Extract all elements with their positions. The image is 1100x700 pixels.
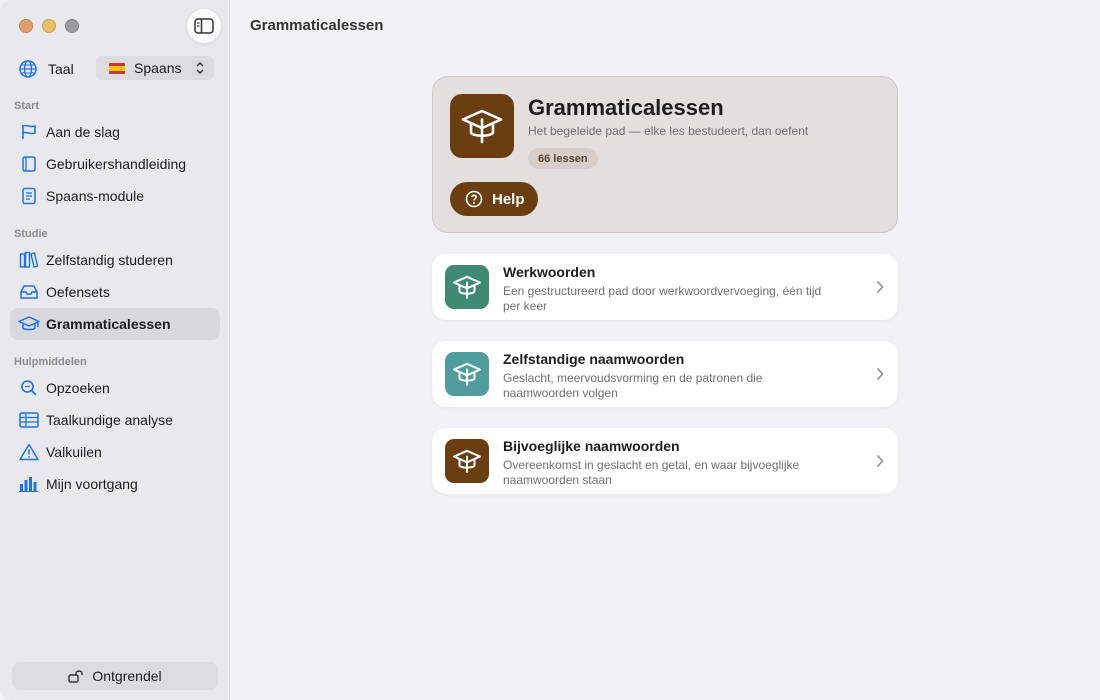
chevron-updown-icon	[196, 61, 204, 75]
minimize-window-button[interactable]	[42, 19, 56, 33]
card-title: Werkwoorden	[503, 264, 596, 280]
section-title-hulpmiddelen: Hulpmiddelen	[14, 356, 87, 368]
card-title: Zelfstandige naamwoorden	[503, 351, 685, 367]
tray-icon	[18, 281, 40, 303]
lesson-card-zelfstandige-naamwoorden[interactable]: Zelfstandige naamwoorden Geslacht, meerv…	[432, 341, 898, 407]
chevron-right-icon	[876, 454, 884, 468]
graduation-cap-icon	[18, 313, 40, 335]
sidebar-item-label: Zelfstandig studeren	[46, 252, 173, 268]
sidebar-item-label: Taalkundige analyse	[46, 412, 173, 428]
sidebar-item-taalkundige-analyse[interactable]: Taalkundige analyse	[10, 404, 220, 436]
unlock-button[interactable]: Ontgrendel	[12, 662, 218, 690]
language-value: Spaans	[134, 60, 182, 76]
card-description: Geslacht, meervoudsvorming en de patrone…	[503, 371, 763, 400]
sidebar-item-aan-de-slag[interactable]: Aan de slag	[10, 116, 220, 148]
chevron-right-icon	[876, 367, 884, 381]
sidebar-item-spaans-module[interactable]: Spaans-module	[10, 180, 220, 212]
help-button[interactable]: Help	[450, 182, 538, 216]
sidebar-item-label: Gebruikershandleiding	[46, 156, 187, 172]
sidebar-item-label: Aan de slag	[46, 124, 120, 140]
question-circle-icon	[465, 190, 483, 208]
hero-card: Grammaticalessen Het begeleide pad — elk…	[432, 76, 898, 233]
sidebar-item-label: Valkuilen	[46, 444, 102, 460]
unlock-label: Ontgrendel	[92, 668, 162, 684]
table-icon	[18, 409, 40, 431]
chevron-right-icon	[876, 280, 884, 294]
help-label: Help	[492, 190, 525, 208]
graduation-cap-icon	[445, 265, 489, 309]
sidebar-item-zelfstandig-studeren[interactable]: Zelfstandig studeren	[10, 244, 220, 276]
sidebar-toggle-button[interactable]	[186, 8, 222, 44]
window-controls	[19, 19, 79, 33]
sidebar-item-label: Spaans-module	[46, 188, 145, 204]
card-description: Overeenkomst in geslacht en getal, en wa…	[503, 458, 800, 487]
flag-icon	[18, 121, 40, 143]
unlock-icon	[68, 669, 84, 683]
sidebar-item-label: Opzoeken	[46, 380, 110, 396]
section-title-studie: Studie	[14, 228, 48, 240]
lesson-count-badge: 66 lessen	[528, 148, 598, 169]
card-title: Bijvoeglijke naamwoorden	[503, 438, 680, 454]
hero-subtitle: Het begeleide pad — elke les bestudeert,…	[528, 124, 809, 138]
sidebar-item-label: Grammaticalessen	[46, 316, 171, 332]
graduation-cap-icon	[450, 94, 514, 158]
hero-title: Grammaticalessen	[528, 95, 724, 120]
sidebar-item-gebruikershandleiding[interactable]: Gebruikershandleiding	[10, 148, 220, 180]
document-icon	[18, 185, 40, 207]
sidebar-icon	[194, 18, 214, 34]
book-icon	[18, 153, 40, 175]
warning-icon	[18, 441, 40, 463]
sidebar-item-label: Oefensets	[46, 284, 110, 300]
language-select[interactable]: Spaans	[96, 56, 214, 80]
sidebar-item-mijn-voortgang[interactable]: Mijn voortgang	[10, 468, 220, 500]
page-title: Grammaticalessen	[250, 17, 384, 34]
sidebar-item-valkuilen[interactable]: Valkuilen	[10, 436, 220, 468]
magnifier-icon	[18, 377, 40, 399]
language-label: Taal	[48, 61, 74, 77]
globe-icon	[19, 60, 37, 78]
app-window: Taal Spaans Start Aan de slag Gebruikers…	[0, 0, 1100, 700]
sidebar-item-opzoeken[interactable]: Opzoeken	[10, 372, 220, 404]
chart-icon	[18, 473, 40, 495]
graduation-cap-icon	[445, 352, 489, 396]
close-window-button[interactable]	[19, 19, 33, 33]
books-icon	[18, 249, 40, 271]
section-title-start: Start	[14, 100, 40, 112]
language-row: Taal Spaans	[18, 56, 214, 82]
sidebar-item-grammaticalessen[interactable]: Grammaticalessen	[10, 308, 220, 340]
sidebar-item-label: Mijn voortgang	[46, 476, 138, 492]
graduation-cap-icon	[445, 439, 489, 483]
sidebar-item-oefensets[interactable]: Oefensets	[10, 276, 220, 308]
spain-flag-icon	[109, 62, 125, 74]
card-description: Een gestructureerd pad door werkwoordver…	[503, 284, 822, 313]
lesson-card-bijvoeglijke-naamwoorden[interactable]: Bijvoeglijke naamwoorden Overeenkomst in…	[432, 428, 898, 494]
lesson-card-werkwoorden[interactable]: Werkwoorden Een gestructureerd pad door …	[432, 254, 898, 320]
sidebar: Taal Spaans Start Aan de slag Gebruikers…	[0, 0, 230, 700]
zoom-window-button[interactable]	[65, 19, 79, 33]
